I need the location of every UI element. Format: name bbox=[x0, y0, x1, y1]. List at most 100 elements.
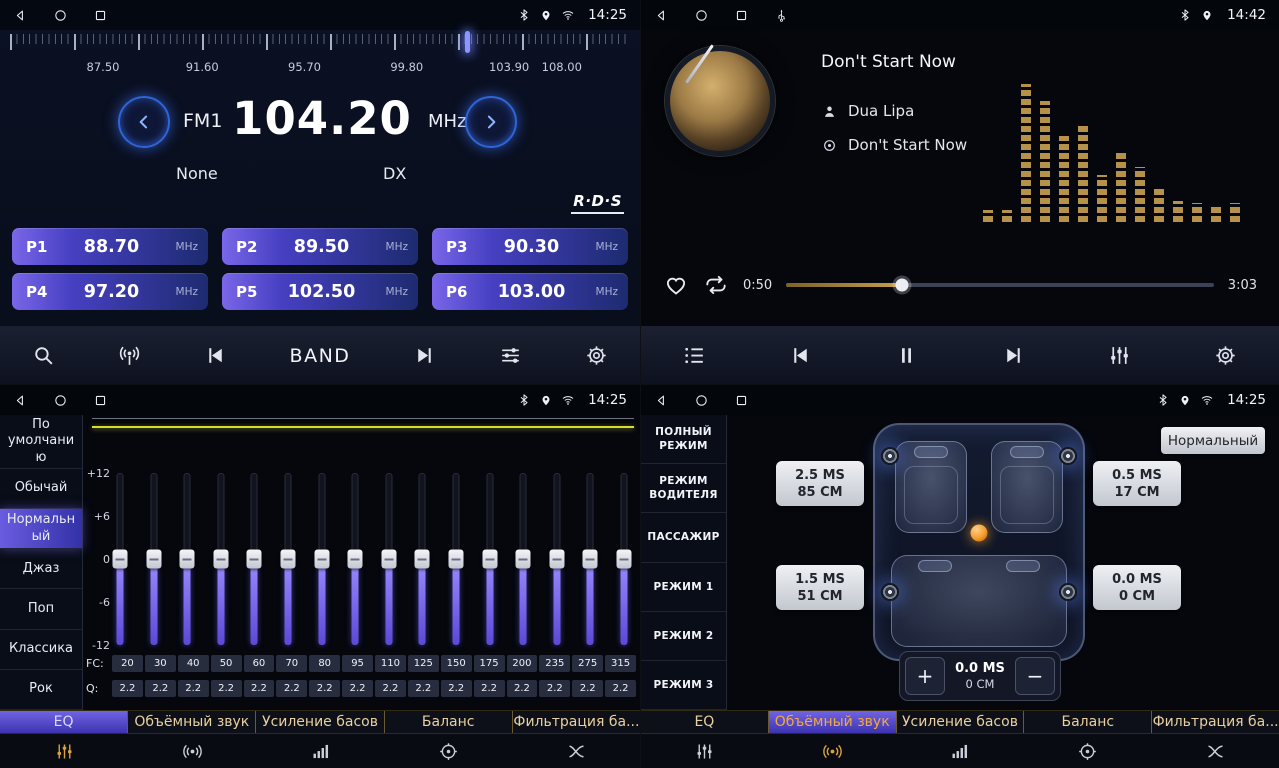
home-circle-icon[interactable] bbox=[53, 8, 68, 23]
tab-eq[interactable]: EQ bbox=[0, 711, 128, 733]
eq-band-slider[interactable] bbox=[146, 473, 162, 645]
slider-knob[interactable] bbox=[348, 550, 363, 569]
increase-delay-button[interactable]: + bbox=[905, 657, 945, 695]
listening-position-marker[interactable] bbox=[971, 524, 988, 541]
slider-knob[interactable] bbox=[180, 550, 195, 569]
front-right-delay-button[interactable]: 0.5 MS 17 CM bbox=[1093, 461, 1181, 506]
slider-knob[interactable] bbox=[213, 550, 228, 569]
rear-left-delay-button[interactable]: 1.5 MS 51 CM bbox=[776, 565, 864, 610]
recents-square-icon[interactable] bbox=[93, 8, 108, 23]
tab-surround-sound[interactable]: Объёмный звук bbox=[128, 711, 256, 733]
slider-knob[interactable] bbox=[516, 550, 531, 569]
filter-tab-icon[interactable] bbox=[512, 734, 640, 768]
eq-band-slider[interactable] bbox=[280, 473, 296, 645]
slider-knob[interactable] bbox=[549, 550, 564, 569]
eq-preset-item[interactable]: Поп bbox=[0, 589, 82, 629]
preset-button-p1[interactable]: P188.70MHz bbox=[12, 228, 208, 265]
surround-tab-icon[interactable] bbox=[769, 734, 897, 768]
slider-knob[interactable] bbox=[314, 550, 329, 569]
mode-item[interactable]: РЕЖИМ 2 bbox=[641, 612, 726, 661]
tune-up-button[interactable] bbox=[465, 96, 517, 148]
eq-preset-item[interactable]: По умолчанию bbox=[0, 415, 82, 469]
slider-knob[interactable] bbox=[616, 550, 631, 569]
back-icon[interactable] bbox=[654, 393, 669, 408]
surround-preset-button[interactable]: Нормальный bbox=[1161, 427, 1265, 454]
favorite-heart-icon[interactable] bbox=[663, 272, 689, 298]
tab-bass-boost[interactable]: Усиление басов bbox=[897, 711, 1025, 733]
mode-item[interactable]: РЕЖИМ 3 bbox=[641, 661, 726, 710]
settings-gear-icon[interactable] bbox=[584, 343, 609, 368]
slider-knob[interactable] bbox=[448, 550, 463, 569]
front-left-delay-button[interactable]: 2.5 MS 85 CM bbox=[776, 461, 864, 506]
eq-preset-item[interactable]: Джаз bbox=[0, 549, 82, 589]
eq-preset-item[interactable]: Рок bbox=[0, 670, 82, 710]
eq-band-slider[interactable] bbox=[582, 473, 598, 645]
equalizer-button[interactable] bbox=[498, 343, 523, 368]
eq-preset-item[interactable]: Нормальный bbox=[0, 509, 82, 549]
playlist-button[interactable] bbox=[682, 343, 707, 368]
preset-button-p2[interactable]: P289.50MHz bbox=[222, 228, 418, 265]
home-circle-icon[interactable] bbox=[53, 393, 68, 408]
preset-button-p5[interactable]: P5102.50MHz bbox=[222, 273, 418, 310]
eq-band-slider[interactable] bbox=[482, 473, 498, 645]
eq-band-slider[interactable] bbox=[112, 473, 128, 645]
slider-knob[interactable] bbox=[583, 550, 598, 569]
tuning-indicator[interactable] bbox=[465, 31, 470, 53]
balance-tab-icon[interactable] bbox=[384, 734, 512, 768]
back-icon[interactable] bbox=[13, 393, 28, 408]
settings-gear-icon[interactable] bbox=[1213, 343, 1238, 368]
slider-knob[interactable] bbox=[482, 550, 497, 569]
tab-filter[interactable]: Фильтрация ба... bbox=[1152, 711, 1279, 733]
eq-band-slider[interactable] bbox=[347, 473, 363, 645]
eq-tab-icon[interactable] bbox=[0, 734, 128, 768]
rear-right-delay-button[interactable]: 0.0 MS 0 CM bbox=[1093, 565, 1181, 610]
repeat-icon[interactable] bbox=[703, 272, 729, 298]
progress-thumb[interactable] bbox=[895, 279, 908, 292]
decrease-delay-button[interactable]: − bbox=[1015, 657, 1055, 695]
next-station-button[interactable] bbox=[412, 343, 437, 368]
eq-band-slider[interactable] bbox=[616, 473, 632, 645]
eq-preset-item[interactable]: Классика bbox=[0, 630, 82, 670]
balance-tab-icon[interactable] bbox=[1024, 734, 1152, 768]
slider-knob[interactable] bbox=[381, 550, 396, 569]
back-icon[interactable] bbox=[654, 8, 669, 23]
bass-boost-tab-icon[interactable] bbox=[256, 734, 384, 768]
tab-balance[interactable]: Баланс bbox=[1024, 711, 1152, 733]
eq-band-slider[interactable] bbox=[448, 473, 464, 645]
back-icon[interactable] bbox=[13, 8, 28, 23]
eq-band-slider[interactable] bbox=[381, 473, 397, 645]
eq-preset-item[interactable]: Обычай bbox=[0, 469, 82, 509]
eq-band-slider[interactable] bbox=[179, 473, 195, 645]
surround-tab-icon[interactable] bbox=[128, 734, 256, 768]
tab-filter[interactable]: Фильтрация ба... bbox=[513, 711, 640, 733]
preset-button-p6[interactable]: P6103.00MHz bbox=[432, 273, 628, 310]
band-button[interactable]: BAND bbox=[290, 345, 351, 367]
eq-tab-icon[interactable] bbox=[641, 734, 769, 768]
eq-band-slider[interactable] bbox=[213, 473, 229, 645]
tab-surround-sound[interactable]: Объёмный звук bbox=[769, 711, 897, 733]
eq-band-slider[interactable] bbox=[246, 473, 262, 645]
recents-square-icon[interactable] bbox=[734, 8, 749, 23]
tab-balance[interactable]: Баланс bbox=[385, 711, 513, 733]
mode-item[interactable]: РЕЖИМ 1 bbox=[641, 563, 726, 612]
eq-band-slider[interactable] bbox=[314, 473, 330, 645]
pause-button[interactable] bbox=[894, 343, 919, 368]
recents-square-icon[interactable] bbox=[734, 393, 749, 408]
filter-tab-icon[interactable] bbox=[1151, 734, 1279, 768]
frequency-scale[interactable]: 87.5091.6095.7099.80103.90108.00 bbox=[10, 34, 630, 82]
slider-knob[interactable] bbox=[415, 550, 430, 569]
broadcast-icon[interactable] bbox=[117, 343, 142, 368]
slider-knob[interactable] bbox=[247, 550, 262, 569]
mode-item[interactable]: ПАССАЖИР bbox=[641, 513, 726, 562]
previous-track-button[interactable] bbox=[788, 343, 813, 368]
mode-item[interactable]: РЕЖИМ ВОДИТЕЛЯ bbox=[641, 464, 726, 513]
tab-eq[interactable]: EQ bbox=[641, 711, 769, 733]
bass-boost-tab-icon[interactable] bbox=[896, 734, 1024, 768]
eq-band-slider[interactable] bbox=[515, 473, 531, 645]
slider-knob[interactable] bbox=[146, 550, 161, 569]
slider-knob[interactable] bbox=[280, 550, 295, 569]
slider-knob[interactable] bbox=[113, 550, 128, 569]
seek-bar[interactable] bbox=[786, 283, 1214, 287]
home-circle-icon[interactable] bbox=[694, 8, 709, 23]
mode-item[interactable]: ПОЛНЫЙ РЕЖИМ bbox=[641, 415, 726, 464]
